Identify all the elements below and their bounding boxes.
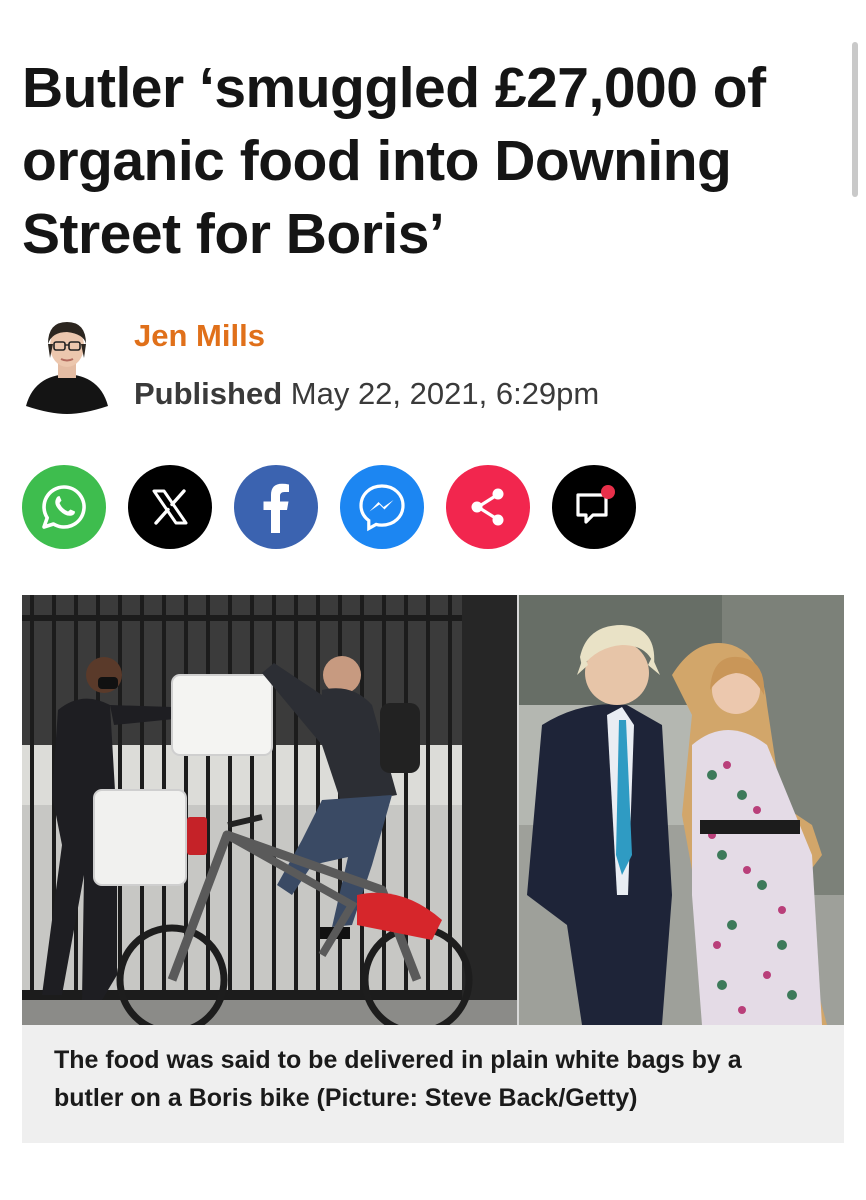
messenger-share-button[interactable]: [340, 465, 424, 549]
comment-icon: [576, 485, 615, 524]
facebook-share-button[interactable]: [234, 465, 318, 549]
notification-dot-icon: [601, 485, 615, 499]
comments-button[interactable]: [552, 465, 636, 549]
x-icon: [152, 489, 188, 525]
share-icon: [471, 488, 504, 526]
messenger-icon: [359, 484, 405, 532]
scrollbar[interactable]: [852, 42, 858, 197]
image-caption: The food was said to be delivered in pla…: [22, 1025, 844, 1143]
byline: Jen Mills Published May 22, 2021, 6:29pm: [22, 310, 822, 420]
article-headline: Butler ‘smuggled £27,000 of organic food…: [22, 56, 766, 266]
article-main-image[interactable]: [22, 595, 844, 1025]
whatsapp-icon: [42, 485, 86, 529]
share-button[interactable]: [446, 465, 530, 549]
author-name-link[interactable]: Jen Mills: [134, 318, 265, 354]
author-avatar[interactable]: [24, 314, 110, 414]
share-bar: [22, 465, 822, 549]
facebook-icon: [263, 483, 289, 533]
x-share-button[interactable]: [128, 465, 212, 549]
whatsapp-share-button[interactable]: [22, 465, 106, 549]
published-timestamp: Published May 22, 2021, 6:29pm: [134, 376, 599, 412]
published-label: Published: [134, 376, 283, 411]
published-date: May 22, 2021, 6:29pm: [290, 376, 600, 411]
